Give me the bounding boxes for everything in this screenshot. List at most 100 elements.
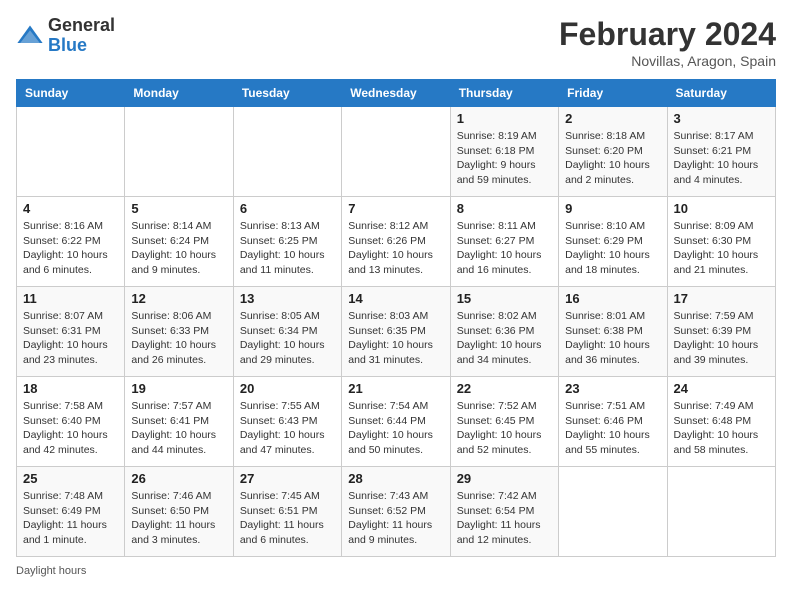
day-number: 14 bbox=[348, 291, 443, 306]
calendar-cell: 20 Sunrise: 7:55 AMSunset: 6:43 PMDayligh… bbox=[233, 377, 341, 467]
day-number: 12 bbox=[131, 291, 226, 306]
calendar-cell: 29 Sunrise: 7:42 AMSunset: 6:54 PMDayligh… bbox=[450, 467, 558, 557]
footer: Daylight hours bbox=[16, 565, 776, 577]
calendar-cell bbox=[342, 107, 450, 197]
day-number: 2 bbox=[565, 111, 660, 126]
logo: General Blue bbox=[16, 16, 115, 56]
calendar-cell: 18 Sunrise: 7:58 AMSunset: 6:40 PMDayligh… bbox=[17, 377, 125, 467]
day-number: 8 bbox=[457, 201, 552, 216]
day-info: Sunrise: 7:55 AMSunset: 6:43 PMDaylight:… bbox=[240, 399, 335, 458]
day-info: Sunrise: 8:14 AMSunset: 6:24 PMDaylight:… bbox=[131, 219, 226, 278]
day-info: Sunrise: 7:59 AMSunset: 6:39 PMDaylight:… bbox=[674, 309, 769, 368]
day-number: 27 bbox=[240, 471, 335, 486]
day-number: 5 bbox=[131, 201, 226, 216]
day-info: Sunrise: 8:19 AMSunset: 6:18 PMDaylight:… bbox=[457, 129, 552, 188]
day-number: 23 bbox=[565, 381, 660, 396]
calendar-cell bbox=[559, 467, 667, 557]
day-header-wednesday: Wednesday bbox=[342, 80, 450, 107]
day-info: Sunrise: 8:18 AMSunset: 6:20 PMDaylight:… bbox=[565, 129, 660, 188]
day-header-tuesday: Tuesday bbox=[233, 80, 341, 107]
day-number: 25 bbox=[23, 471, 118, 486]
day-number: 26 bbox=[131, 471, 226, 486]
week-row-3: 11 Sunrise: 8:07 AMSunset: 6:31 PMDayligh… bbox=[17, 287, 776, 377]
page-header: General Blue February 2024 Novillas, Ara… bbox=[16, 16, 776, 69]
calendar-cell: 8 Sunrise: 8:11 AMSunset: 6:27 PMDaylight… bbox=[450, 197, 558, 287]
calendar-cell: 27 Sunrise: 7:45 AMSunset: 6:51 PMDayligh… bbox=[233, 467, 341, 557]
day-header-friday: Friday bbox=[559, 80, 667, 107]
day-info: Sunrise: 7:46 AMSunset: 6:50 PMDaylight:… bbox=[131, 489, 226, 548]
calendar-cell: 16 Sunrise: 8:01 AMSunset: 6:38 PMDayligh… bbox=[559, 287, 667, 377]
calendar-cell: 25 Sunrise: 7:48 AMSunset: 6:49 PMDayligh… bbox=[17, 467, 125, 557]
week-row-4: 18 Sunrise: 7:58 AMSunset: 6:40 PMDayligh… bbox=[17, 377, 776, 467]
day-number: 16 bbox=[565, 291, 660, 306]
day-header-thursday: Thursday bbox=[450, 80, 558, 107]
days-header-row: SundayMondayTuesdayWednesdayThursdayFrid… bbox=[17, 80, 776, 107]
day-info: Sunrise: 8:09 AMSunset: 6:30 PMDaylight:… bbox=[674, 219, 769, 278]
logo-blue: Blue bbox=[48, 35, 87, 55]
title-block: February 2024 Novillas, Aragon, Spain bbox=[559, 16, 776, 69]
day-number: 22 bbox=[457, 381, 552, 396]
calendar-cell bbox=[667, 467, 775, 557]
day-info: Sunrise: 7:42 AMSunset: 6:54 PMDaylight:… bbox=[457, 489, 552, 548]
calendar-table: SundayMondayTuesdayWednesdayThursdayFrid… bbox=[16, 79, 776, 557]
day-info: Sunrise: 7:48 AMSunset: 6:49 PMDaylight:… bbox=[23, 489, 118, 548]
day-info: Sunrise: 8:11 AMSunset: 6:27 PMDaylight:… bbox=[457, 219, 552, 278]
calendar-cell: 4 Sunrise: 8:16 AMSunset: 6:22 PMDaylight… bbox=[17, 197, 125, 287]
day-info: Sunrise: 7:45 AMSunset: 6:51 PMDaylight:… bbox=[240, 489, 335, 548]
logo-general: General bbox=[48, 15, 115, 35]
day-number: 24 bbox=[674, 381, 769, 396]
location-subtitle: Novillas, Aragon, Spain bbox=[559, 53, 776, 69]
calendar-cell: 9 Sunrise: 8:10 AMSunset: 6:29 PMDaylight… bbox=[559, 197, 667, 287]
day-number: 13 bbox=[240, 291, 335, 306]
daylight-hours-label: Daylight hours bbox=[16, 565, 86, 577]
day-info: Sunrise: 8:10 AMSunset: 6:29 PMDaylight:… bbox=[565, 219, 660, 278]
week-row-2: 4 Sunrise: 8:16 AMSunset: 6:22 PMDaylight… bbox=[17, 197, 776, 287]
day-info: Sunrise: 8:16 AMSunset: 6:22 PMDaylight:… bbox=[23, 219, 118, 278]
day-number: 29 bbox=[457, 471, 552, 486]
day-header-saturday: Saturday bbox=[667, 80, 775, 107]
day-number: 18 bbox=[23, 381, 118, 396]
day-number: 17 bbox=[674, 291, 769, 306]
day-info: Sunrise: 8:03 AMSunset: 6:35 PMDaylight:… bbox=[348, 309, 443, 368]
month-year-title: February 2024 bbox=[559, 16, 776, 53]
day-info: Sunrise: 8:02 AMSunset: 6:36 PMDaylight:… bbox=[457, 309, 552, 368]
day-info: Sunrise: 7:43 AMSunset: 6:52 PMDaylight:… bbox=[348, 489, 443, 548]
calendar-cell: 1 Sunrise: 8:19 AMSunset: 6:18 PMDaylight… bbox=[450, 107, 558, 197]
logo-icon bbox=[16, 22, 44, 50]
day-number: 1 bbox=[457, 111, 552, 126]
day-info: Sunrise: 8:01 AMSunset: 6:38 PMDaylight:… bbox=[565, 309, 660, 368]
calendar-cell: 2 Sunrise: 8:18 AMSunset: 6:20 PMDaylight… bbox=[559, 107, 667, 197]
calendar-cell: 17 Sunrise: 7:59 AMSunset: 6:39 PMDayligh… bbox=[667, 287, 775, 377]
calendar-cell: 15 Sunrise: 8:02 AMSunset: 6:36 PMDayligh… bbox=[450, 287, 558, 377]
day-number: 15 bbox=[457, 291, 552, 306]
calendar-cell: 5 Sunrise: 8:14 AMSunset: 6:24 PMDaylight… bbox=[125, 197, 233, 287]
day-number: 9 bbox=[565, 201, 660, 216]
day-number: 21 bbox=[348, 381, 443, 396]
calendar-cell: 26 Sunrise: 7:46 AMSunset: 6:50 PMDayligh… bbox=[125, 467, 233, 557]
day-number: 4 bbox=[23, 201, 118, 216]
calendar-cell: 10Sunrise: 8:09 AMSunset: 6:30 PMDayligh… bbox=[667, 197, 775, 287]
week-row-5: 25 Sunrise: 7:48 AMSunset: 6:49 PMDayligh… bbox=[17, 467, 776, 557]
calendar-cell: 6Sunrise: 8:13 AMSunset: 6:25 PMDaylight… bbox=[233, 197, 341, 287]
day-number: 19 bbox=[131, 381, 226, 396]
calendar-cell: 23 Sunrise: 7:51 AMSunset: 6:46 PMDayligh… bbox=[559, 377, 667, 467]
day-info: Sunrise: 7:51 AMSunset: 6:46 PMDaylight:… bbox=[565, 399, 660, 458]
calendar-cell: 14 Sunrise: 8:03 AMSunset: 6:35 PMDayligh… bbox=[342, 287, 450, 377]
day-number: 7 bbox=[348, 201, 443, 216]
day-info: Sunrise: 7:54 AMSunset: 6:44 PMDaylight:… bbox=[348, 399, 443, 458]
day-info: Sunrise: 8:05 AMSunset: 6:34 PMDaylight:… bbox=[240, 309, 335, 368]
day-info: Sunrise: 8:07 AMSunset: 6:31 PMDaylight:… bbox=[23, 309, 118, 368]
calendar-cell: 7 Sunrise: 8:12 AMSunset: 6:26 PMDaylight… bbox=[342, 197, 450, 287]
week-row-1: 1 Sunrise: 8:19 AMSunset: 6:18 PMDaylight… bbox=[17, 107, 776, 197]
day-info: Sunrise: 7:49 AMSunset: 6:48 PMDaylight:… bbox=[674, 399, 769, 458]
day-number: 28 bbox=[348, 471, 443, 486]
day-number: 20 bbox=[240, 381, 335, 396]
day-number: 6 bbox=[240, 201, 335, 216]
calendar-cell: 13 Sunrise: 8:05 AMSunset: 6:34 PMDayligh… bbox=[233, 287, 341, 377]
day-info: Sunrise: 8:12 AMSunset: 6:26 PMDaylight:… bbox=[348, 219, 443, 278]
calendar-cell: 11 Sunrise: 8:07 AMSunset: 6:31 PMDayligh… bbox=[17, 287, 125, 377]
day-info: Sunrise: 7:58 AMSunset: 6:40 PMDaylight:… bbox=[23, 399, 118, 458]
day-number: 11 bbox=[23, 291, 118, 306]
day-info: Sunrise: 8:17 AMSunset: 6:21 PMDaylight:… bbox=[674, 129, 769, 188]
calendar-cell: 19Sunrise: 7:57 AMSunset: 6:41 PMDayligh… bbox=[125, 377, 233, 467]
